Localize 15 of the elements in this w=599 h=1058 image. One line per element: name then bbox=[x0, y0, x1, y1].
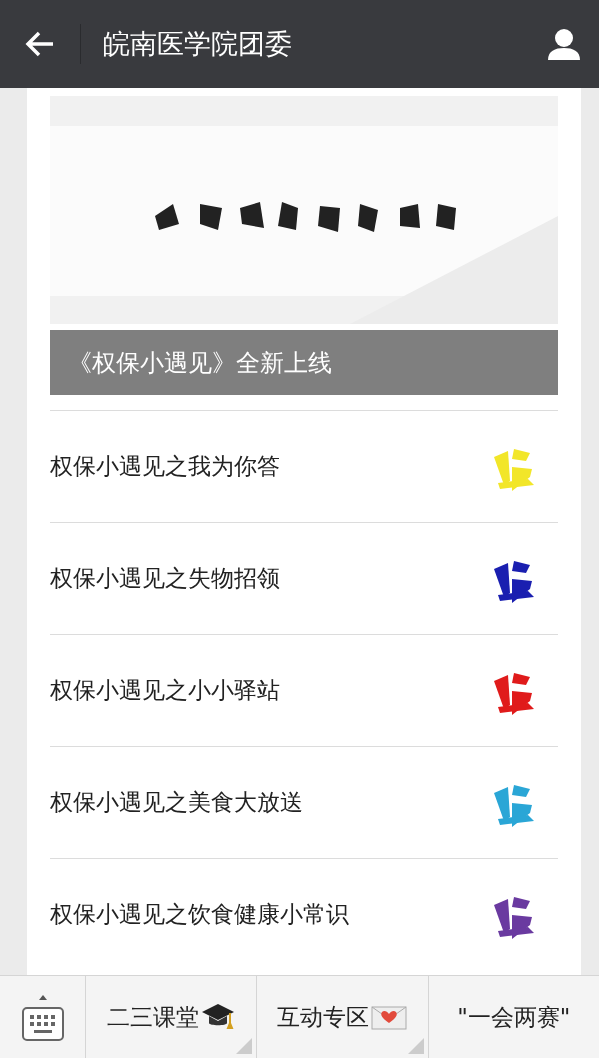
article-item[interactable]: 权保小遇见之我为你答 bbox=[50, 410, 558, 522]
person-icon bbox=[546, 26, 582, 62]
back-arrow-icon bbox=[25, 31, 55, 57]
article-item[interactable]: 权保小遇见之小小驿站 bbox=[50, 634, 558, 746]
submenu-indicator-icon bbox=[236, 1038, 253, 1054]
article-item[interactable]: 权保小遇见之饮食健康小常识 bbox=[50, 858, 558, 970]
menu-button[interactable]: 二三课堂 bbox=[86, 976, 258, 1058]
submenu-indicator-icon bbox=[407, 1038, 424, 1054]
menu-button[interactable]: "一会两赛" bbox=[428, 976, 599, 1058]
love-letter-icon bbox=[371, 1003, 408, 1031]
menu-button[interactable]: 互动专区 bbox=[257, 976, 429, 1058]
featured-banner[interactable]: 《权保小遇见》全新上线 bbox=[50, 330, 558, 395]
article-item[interactable]: 权保小遇见之失物招领 bbox=[50, 522, 558, 634]
article-item[interactable]: 权保小遇见之美食大放送 bbox=[50, 746, 558, 858]
page-title: 皖南医学院团委 bbox=[102, 26, 293, 61]
